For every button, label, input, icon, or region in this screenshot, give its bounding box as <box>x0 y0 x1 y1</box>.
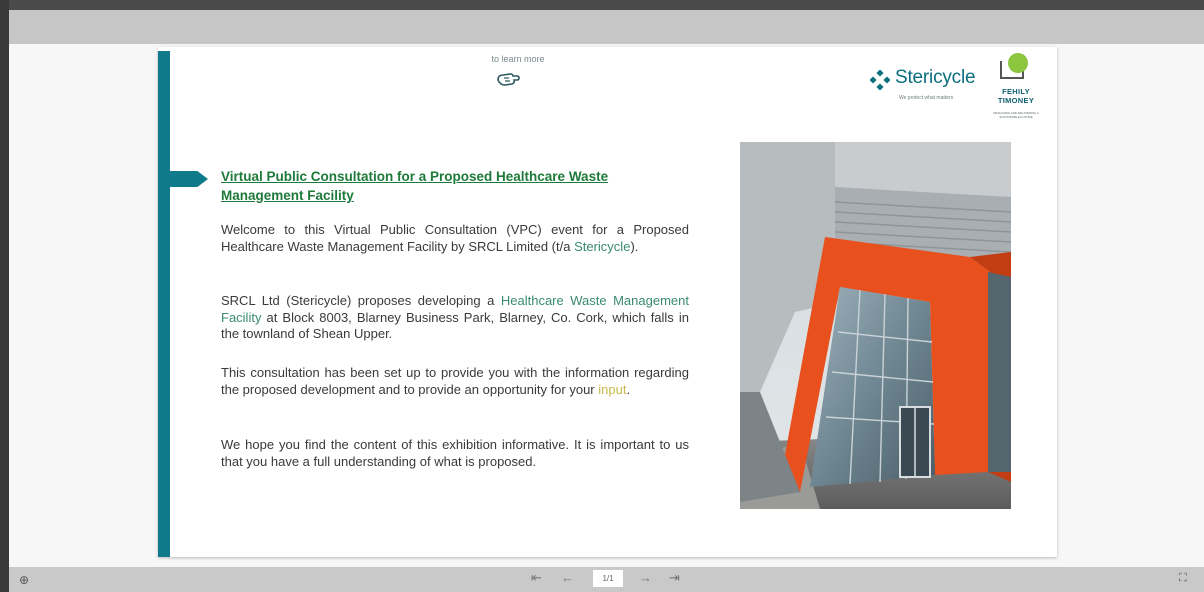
timoney-wordmark: TIMONEY <box>997 96 1035 105</box>
page-indicator[interactable]: 1/1 <box>593 570 623 587</box>
stericycle-logo: Stericycle We protect what matters <box>870 67 994 107</box>
consultation-paragraph: This consultation has been set up to pro… <box>221 365 689 397</box>
stericycle-link[interactable]: Stericycle <box>574 239 630 254</box>
building-photo <box>740 142 1011 509</box>
intro-paragraph: Welcome to this Virtual Public Consultat… <box>221 222 689 254</box>
proposal-paragraph: SRCL Ltd (Stericycle) proposes developin… <box>221 293 689 341</box>
input-link[interactable]: input <box>598 382 626 397</box>
title-arrow-marker <box>170 171 208 187</box>
stericycle-tagline: We protect what matters <box>899 95 954 101</box>
previous-page-icon[interactable]: ← <box>561 570 574 585</box>
fehily-wordmark: FEHILY <box>1002 87 1030 96</box>
fehily-timoney-logo: FEHILY TIMONEY DESIGNING AND DELIVERING … <box>986 53 1046 121</box>
viewer-toolbar: ⊕ ⇤ ← 1/1 → ⇥ ⛶ <box>9 567 1204 592</box>
fehily-circle-icon <box>1008 53 1028 73</box>
fehily-tagline: DESIGNING AND DELIVERING A SUSTAINABLE F… <box>993 111 1039 119</box>
last-page-icon[interactable]: ⇥ <box>669 570 680 586</box>
stericycle-wordmark: Stericycle <box>895 67 976 88</box>
stericycle-mark-icon <box>870 70 890 90</box>
window-frame-left <box>0 0 9 592</box>
next-page-icon[interactable]: → <box>639 570 652 585</box>
first-page-icon[interactable]: ⇤ <box>531 570 542 586</box>
zoom-icon[interactable]: ⊕ <box>19 573 29 587</box>
slide-title: Virtual Public Consultation for a Propos… <box>221 169 609 203</box>
fullscreen-icon[interactable]: ⛶ <box>1179 572 1187 585</box>
closing-paragraph: We hope you find the content of this exh… <box>221 437 689 469</box>
slide-accent-bar <box>158 51 170 557</box>
viewer-top-bar <box>9 10 1204 44</box>
slide-page: to learn more Stericycle We protect what… <box>158 47 1057 557</box>
window-frame-top <box>0 0 1204 10</box>
pointing-hand-icon[interactable] <box>495 69 521 89</box>
learn-more-hint: to learn more <box>491 54 545 64</box>
